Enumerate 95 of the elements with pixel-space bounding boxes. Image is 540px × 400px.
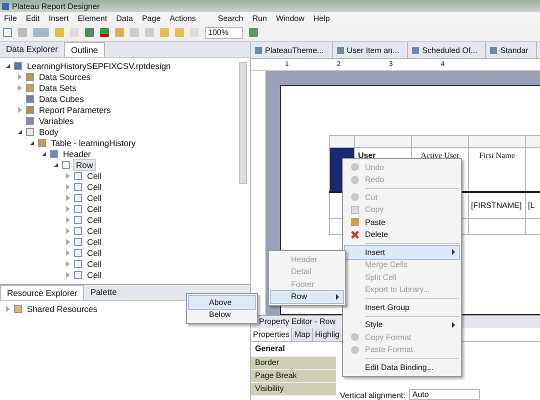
tree-item[interactable]: Cell <box>85 192 104 202</box>
property-tab[interactable]: Properties <box>251 328 292 341</box>
tree-node-icon <box>74 216 82 224</box>
tree-node-icon <box>74 172 82 180</box>
menu-item[interactable]: Style <box>345 318 459 331</box>
tree-node-icon <box>74 182 82 190</box>
tree-item[interactable]: Cell <box>85 236 104 246</box>
tree-node-icon <box>74 204 82 212</box>
app-icon <box>2 2 9 10</box>
tree-node-icon <box>62 160 70 168</box>
tree-item[interactable]: Variables <box>37 116 76 126</box>
expander-icon[interactable] <box>42 152 46 156</box>
delete-icon <box>351 230 359 239</box>
tree-node-icon <box>74 226 82 234</box>
menu-bar-item[interactable]: Window <box>276 14 304 22</box>
submenu-arrow-icon <box>336 294 339 300</box>
tree-node-icon <box>26 94 34 102</box>
table-cell: [FIRSTNAME] <box>468 192 526 218</box>
field-label: Vertical alignment: <box>340 391 406 400</box>
editor-tab[interactable]: User Item an... <box>332 42 408 58</box>
submenu-arrow-icon <box>452 249 455 256</box>
panel-tab[interactable]: Resource Explorer <box>0 285 84 300</box>
tree-item[interactable]: Shared Resources <box>25 304 100 314</box>
tree-node-icon <box>38 138 46 146</box>
tree-node-icon <box>50 150 58 158</box>
menu-bar-item[interactable]: Search <box>218 14 244 22</box>
window-title: Plateau Report Designer <box>12 2 100 10</box>
expander-icon[interactable] <box>6 64 10 68</box>
menu-item[interactable]: Delete <box>345 228 459 241</box>
panel-tab[interactable]: Data Explorer <box>0 42 64 57</box>
property-tab[interactable]: Map <box>292 328 314 341</box>
new-file-icon[interactable] <box>3 28 12 37</box>
tree-node-icon <box>26 116 34 124</box>
menu-bar-item[interactable]: Insert <box>48 14 69 22</box>
menu-bar-item[interactable]: Page <box>142 14 161 22</box>
tree-item[interactable]: Cell <box>85 258 104 268</box>
tree-item[interactable]: Data Sets <box>37 82 78 92</box>
submenu-arrow-icon <box>452 322 455 328</box>
expander-icon[interactable] <box>30 140 34 144</box>
editor-tab[interactable]: Scheduled Of... <box>408 42 486 58</box>
menu-item[interactable]: Paste <box>345 216 459 228</box>
tree-item[interactable]: Header <box>61 148 93 158</box>
tree-item[interactable]: Cell <box>85 226 104 236</box>
tree-node-icon <box>74 270 82 278</box>
editor-tab[interactable]: Standar <box>486 42 538 58</box>
tree-item[interactable]: Table - learningHistory <box>49 138 138 148</box>
scrollbar[interactable] <box>239 62 247 184</box>
tree-item[interactable]: LearningHistorySEPFIXCSV.rptdesign <box>25 60 173 70</box>
panel-tab[interactable]: Palette <box>84 285 123 300</box>
tree-node-icon <box>26 106 34 114</box>
panel-tab[interactable]: Outline <box>64 42 105 57</box>
tree-item[interactable]: Row <box>73 158 96 170</box>
tree-node-icon <box>74 248 82 256</box>
tree-node-icon <box>26 72 34 80</box>
zoom-dropdown[interactable]: 100% <box>205 26 244 38</box>
editor-tab[interactable]: PlateauTheme... <box>251 42 333 58</box>
tree-item[interactable]: Cell <box>85 214 104 224</box>
tree-node-icon <box>14 62 22 70</box>
tree-item[interactable]: Cell <box>85 248 104 258</box>
category-item[interactable]: General <box>251 342 336 357</box>
tree-node-icon <box>26 128 34 136</box>
expander-icon[interactable] <box>54 162 58 166</box>
tree-item[interactable]: Cell <box>85 204 104 214</box>
property-tab[interactable]: Highlig <box>313 328 342 341</box>
toolbar-icon[interactable] <box>249 28 258 37</box>
alignment-dropdown[interactable]: Auto <box>409 389 480 400</box>
tree-item[interactable]: Data Sources <box>37 72 92 82</box>
table-cell: First Name <box>468 148 526 192</box>
category-item[interactable]: Page Break <box>251 370 336 383</box>
menu-bar-item[interactable]: Element <box>78 14 108 22</box>
menu-item[interactable]: Insert <box>345 246 459 258</box>
menu-bar-item[interactable]: File <box>4 14 17 22</box>
menu-bar-item[interactable]: Help <box>313 14 330 22</box>
menu-bar-item[interactable]: Actions <box>170 14 196 22</box>
tree-node-icon <box>74 238 82 246</box>
menu-item[interactable]: Above <box>189 296 255 308</box>
menu-bar-item[interactable]: Edit <box>26 14 40 22</box>
expander-icon[interactable] <box>18 130 22 134</box>
menu-bar-item[interactable]: Run <box>252 14 267 22</box>
menu-item[interactable]: Edit Data Binding... <box>345 361 459 374</box>
tree-node-icon <box>26 84 34 92</box>
tree-item[interactable]: Cell <box>85 270 104 280</box>
tree-item[interactable]: Cell <box>85 182 104 192</box>
menu-item[interactable]: Row <box>271 290 343 303</box>
tree-item[interactable]: Report Parameters <box>37 104 113 114</box>
category-item[interactable]: Visibility <box>251 383 336 396</box>
tree-node-icon <box>74 260 82 268</box>
menu-item[interactable]: Insert Group <box>345 301 459 314</box>
tree-item[interactable]: Cell <box>85 170 104 180</box>
tree-node-icon <box>74 194 82 202</box>
copy-icon <box>351 206 359 214</box>
category-item[interactable]: Border <box>251 357 336 370</box>
tree-item[interactable]: Data Cubes <box>37 94 86 104</box>
tree-item[interactable]: Body <box>37 126 60 136</box>
menu-bar-item[interactable]: Data <box>116 14 133 22</box>
